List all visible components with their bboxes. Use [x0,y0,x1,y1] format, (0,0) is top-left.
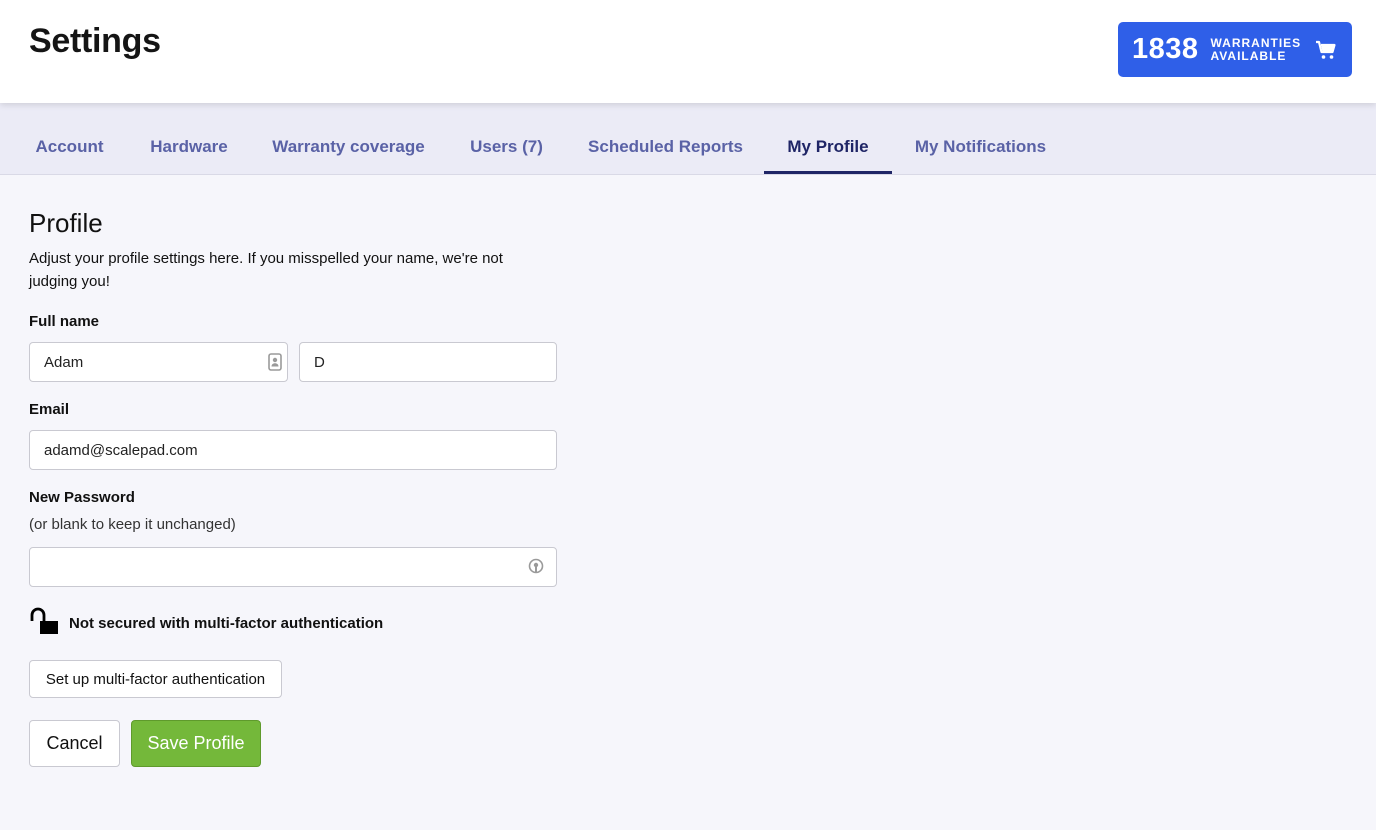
tab-users[interactable]: Users (7) [458,103,555,175]
new-password-input[interactable] [29,547,557,587]
settings-tabs: Account Hardware Warranty coverage Users… [0,103,1376,175]
warranty-count: 1838 [1132,33,1199,65]
first-name-input[interactable] [29,342,288,382]
setup-mfa-button[interactable]: Set up multi-factor authentication [29,660,282,698]
password-key-icon [528,558,544,576]
page-title: Settings [29,22,161,60]
full-name-label: Full name [29,313,100,330]
tab-warranty-coverage[interactable]: Warranty coverage [263,103,434,175]
email-label: Email [29,401,70,418]
warranty-label-line2: AVAILABLE [1210,48,1287,63]
warranty-label-line1: WARRANTIES [1210,35,1302,50]
mfa-status-text: Not secured with multi-factor authentica… [69,615,384,632]
last-name-input[interactable] [299,342,557,382]
unlocked-padlock-icon [29,606,59,641]
email-input[interactable] [29,430,557,470]
section-description: Adjust your profile settings here. If yo… [29,250,503,290]
mfa-status: Not secured with multi-factor authentica… [29,606,383,641]
tab-hardware[interactable]: Hardware [139,103,239,175]
warranties-available-button[interactable]: 1838 WARRANTIES AVAILABLE [1118,22,1352,77]
new-password-label: New Password [29,489,135,506]
tab-scheduled-reports[interactable]: Scheduled Reports [579,103,752,175]
cancel-button[interactable]: Cancel [29,720,120,767]
tab-my-profile[interactable]: My Profile [764,103,892,174]
save-profile-button[interactable]: Save Profile [131,720,261,767]
tab-account[interactable]: Account [24,103,115,175]
cart-icon [1315,39,1337,61]
password-hint: (or blank to keep it unchanged) [29,516,236,533]
page-header: Settings 1838 WARRANTIES AVAILABLE [0,0,1376,103]
tab-my-notifications[interactable]: My Notifications [904,103,1057,175]
section-title: Profile [29,208,103,238]
warranty-label: WARRANTIES AVAILABLE [1210,35,1302,63]
contact-card-icon [267,353,283,371]
